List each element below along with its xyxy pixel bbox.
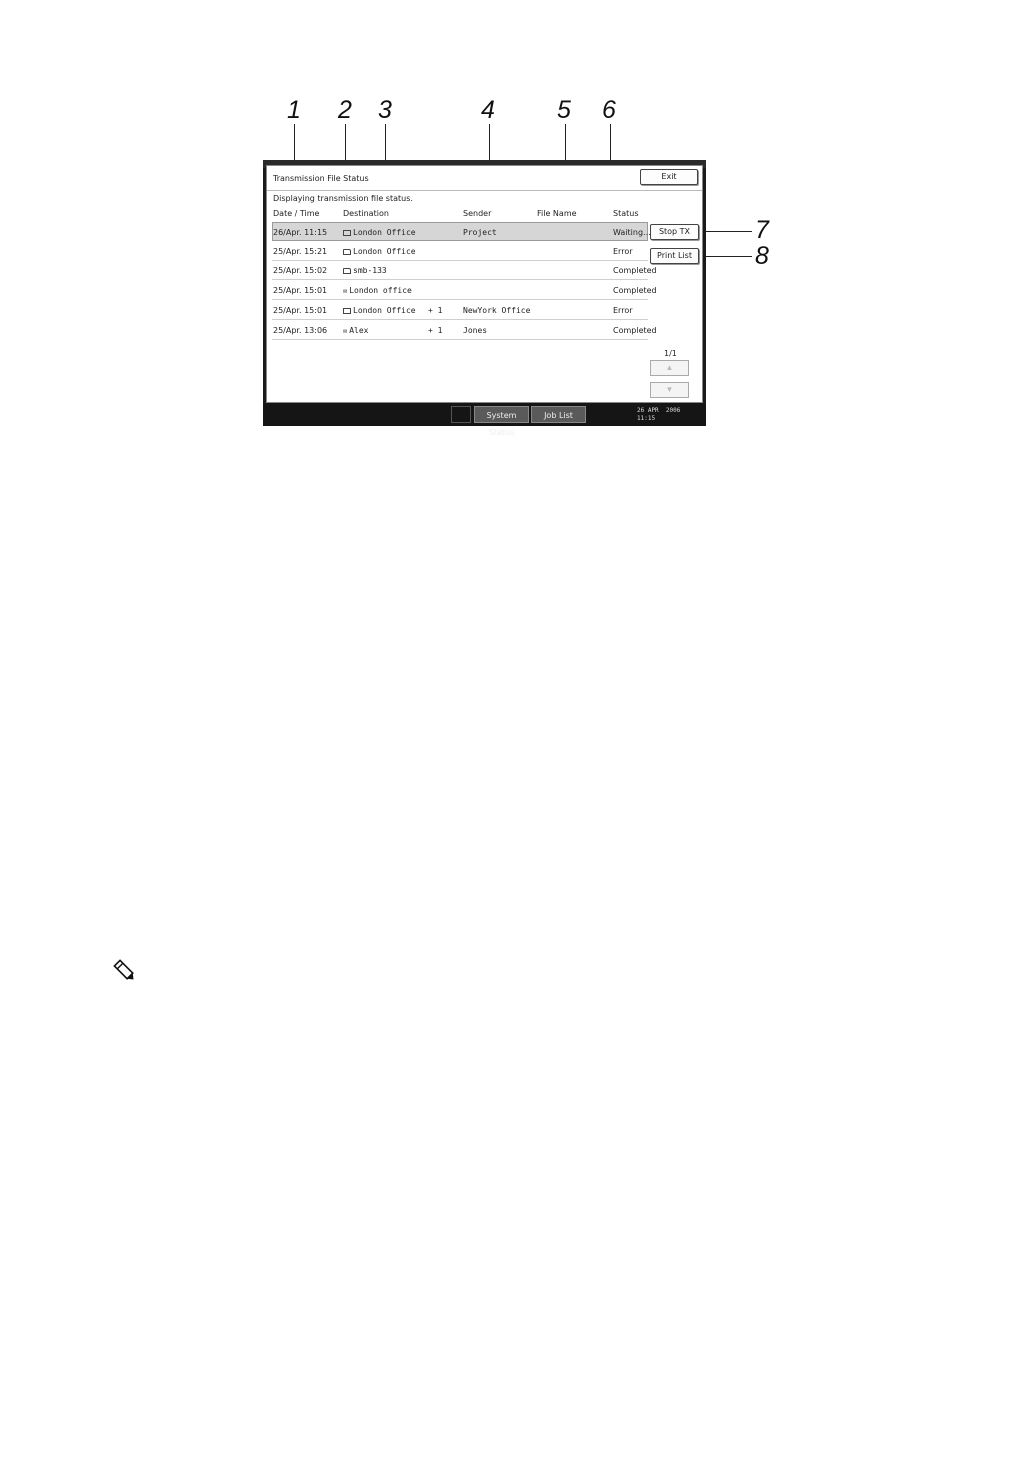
status-indicator-box bbox=[451, 406, 471, 423]
row-date-time: 25/Apr. 15:02 bbox=[273, 266, 328, 275]
row-date-time: 25/Apr. 13:06 bbox=[273, 326, 328, 335]
row-destination-label: London Office bbox=[353, 247, 416, 256]
callout-1: 1 bbox=[287, 96, 301, 124]
triangle-down-icon: ▼ bbox=[665, 385, 674, 394]
row-additional-destinations: + 1 bbox=[428, 306, 443, 315]
date-time-display: 26 APR 2006 11:15 bbox=[637, 407, 681, 422]
table-row[interactable]: 25/Apr. 13:06 ✉ Alex + 1 Jones Completed bbox=[272, 321, 657, 340]
table-row[interactable]: 25/Apr. 15:01 ✉ London office Completed bbox=[272, 281, 657, 300]
status-subtitle: Displaying transmission file status. bbox=[273, 194, 413, 203]
callout-4: 4 bbox=[481, 96, 495, 124]
row-sender: Project bbox=[463, 228, 497, 237]
row-sender: NewYork Office bbox=[463, 306, 531, 315]
row-status: Waiting... bbox=[613, 228, 651, 237]
column-header-file-name: File Name bbox=[537, 209, 577, 218]
row-date-time: 25/Apr. 15:21 bbox=[273, 247, 328, 256]
row-destination: London Office bbox=[343, 306, 416, 315]
row-date-time: 25/Apr. 15:01 bbox=[273, 306, 328, 315]
callout-2: 2 bbox=[338, 96, 352, 124]
device-screen: Transmission File Status Exit Displaying… bbox=[263, 160, 706, 437]
row-destination-label: London Office bbox=[353, 228, 416, 237]
email-icon: ✉ bbox=[343, 327, 348, 335]
table-row[interactable]: 25/Apr. 15:02 smb-133 Completed bbox=[272, 261, 657, 280]
row-destination: London Office bbox=[343, 228, 416, 237]
table-row[interactable]: 26/Apr. 11:15 London Office Project Wait… bbox=[272, 222, 651, 241]
column-header-status: Status bbox=[613, 209, 639, 218]
exit-button[interactable]: Exit bbox=[640, 169, 698, 185]
callout-7: 7 bbox=[755, 216, 769, 244]
row-date-time: 25/Apr. 15:01 bbox=[273, 286, 328, 295]
folder-icon bbox=[343, 248, 351, 255]
callout-8: 8 bbox=[755, 242, 769, 270]
table-row[interactable]: 25/Apr. 15:01 London Office + 1 NewYork … bbox=[272, 301, 648, 320]
row-destination: ✉ London office bbox=[343, 286, 412, 295]
stop-tx-button[interactable]: Stop TX bbox=[650, 224, 699, 240]
fax-icon bbox=[343, 307, 351, 314]
callout-5: 5 bbox=[557, 96, 571, 124]
page-title: Transmission File Status bbox=[273, 174, 369, 183]
transmission-file-status-panel: Transmission File Status Exit Displaying… bbox=[266, 165, 703, 403]
row-destination-label: Alex bbox=[349, 326, 369, 335]
row-status: Completed bbox=[613, 326, 657, 335]
panel-header: Transmission File Status bbox=[267, 166, 702, 191]
callout-3: 3 bbox=[378, 96, 392, 124]
callout-6: 6 bbox=[602, 96, 616, 124]
system-status-tab[interactable]: System Status bbox=[474, 406, 529, 437]
scroll-down-button[interactable]: ▼ bbox=[650, 382, 689, 398]
row-sender: Jones bbox=[463, 326, 488, 335]
row-status: Completed bbox=[613, 266, 657, 275]
fax-icon bbox=[343, 229, 351, 236]
row-destination-label: London office bbox=[349, 286, 412, 295]
column-header-sender: Sender bbox=[463, 209, 492, 218]
table-row[interactable]: 25/Apr. 15:21 London Office Error bbox=[272, 242, 648, 261]
print-list-button[interactable]: Print List bbox=[650, 248, 699, 264]
column-header-destination: Destination bbox=[343, 209, 389, 218]
pencil-note-icon bbox=[113, 959, 134, 980]
row-destination: ✉ Alex bbox=[343, 326, 368, 335]
bottom-bar: System Status Job List 26 APR 2006 11:15 bbox=[263, 403, 706, 437]
row-additional-destinations: + 1 bbox=[428, 326, 443, 335]
job-list-tab[interactable]: Job List bbox=[531, 406, 586, 423]
row-date-time: 26/Apr. 11:15 bbox=[273, 228, 328, 237]
row-destination: London Office bbox=[343, 247, 416, 256]
triangle-up-icon: ▲ bbox=[665, 363, 674, 372]
row-destination: smb-133 bbox=[343, 266, 387, 275]
row-destination-label: smb-133 bbox=[353, 266, 387, 275]
row-status: Completed bbox=[613, 286, 657, 295]
folder-icon bbox=[343, 267, 351, 274]
row-destination-label: London Office bbox=[353, 306, 416, 315]
scroll-up-button[interactable]: ▲ bbox=[650, 360, 689, 376]
column-header-date-time: Date / Time bbox=[273, 209, 320, 218]
row-status: Error bbox=[613, 247, 633, 256]
row-status: Error bbox=[613, 306, 633, 315]
email-icon: ✉ bbox=[343, 287, 348, 295]
page-indicator: 1/1 bbox=[664, 349, 677, 358]
